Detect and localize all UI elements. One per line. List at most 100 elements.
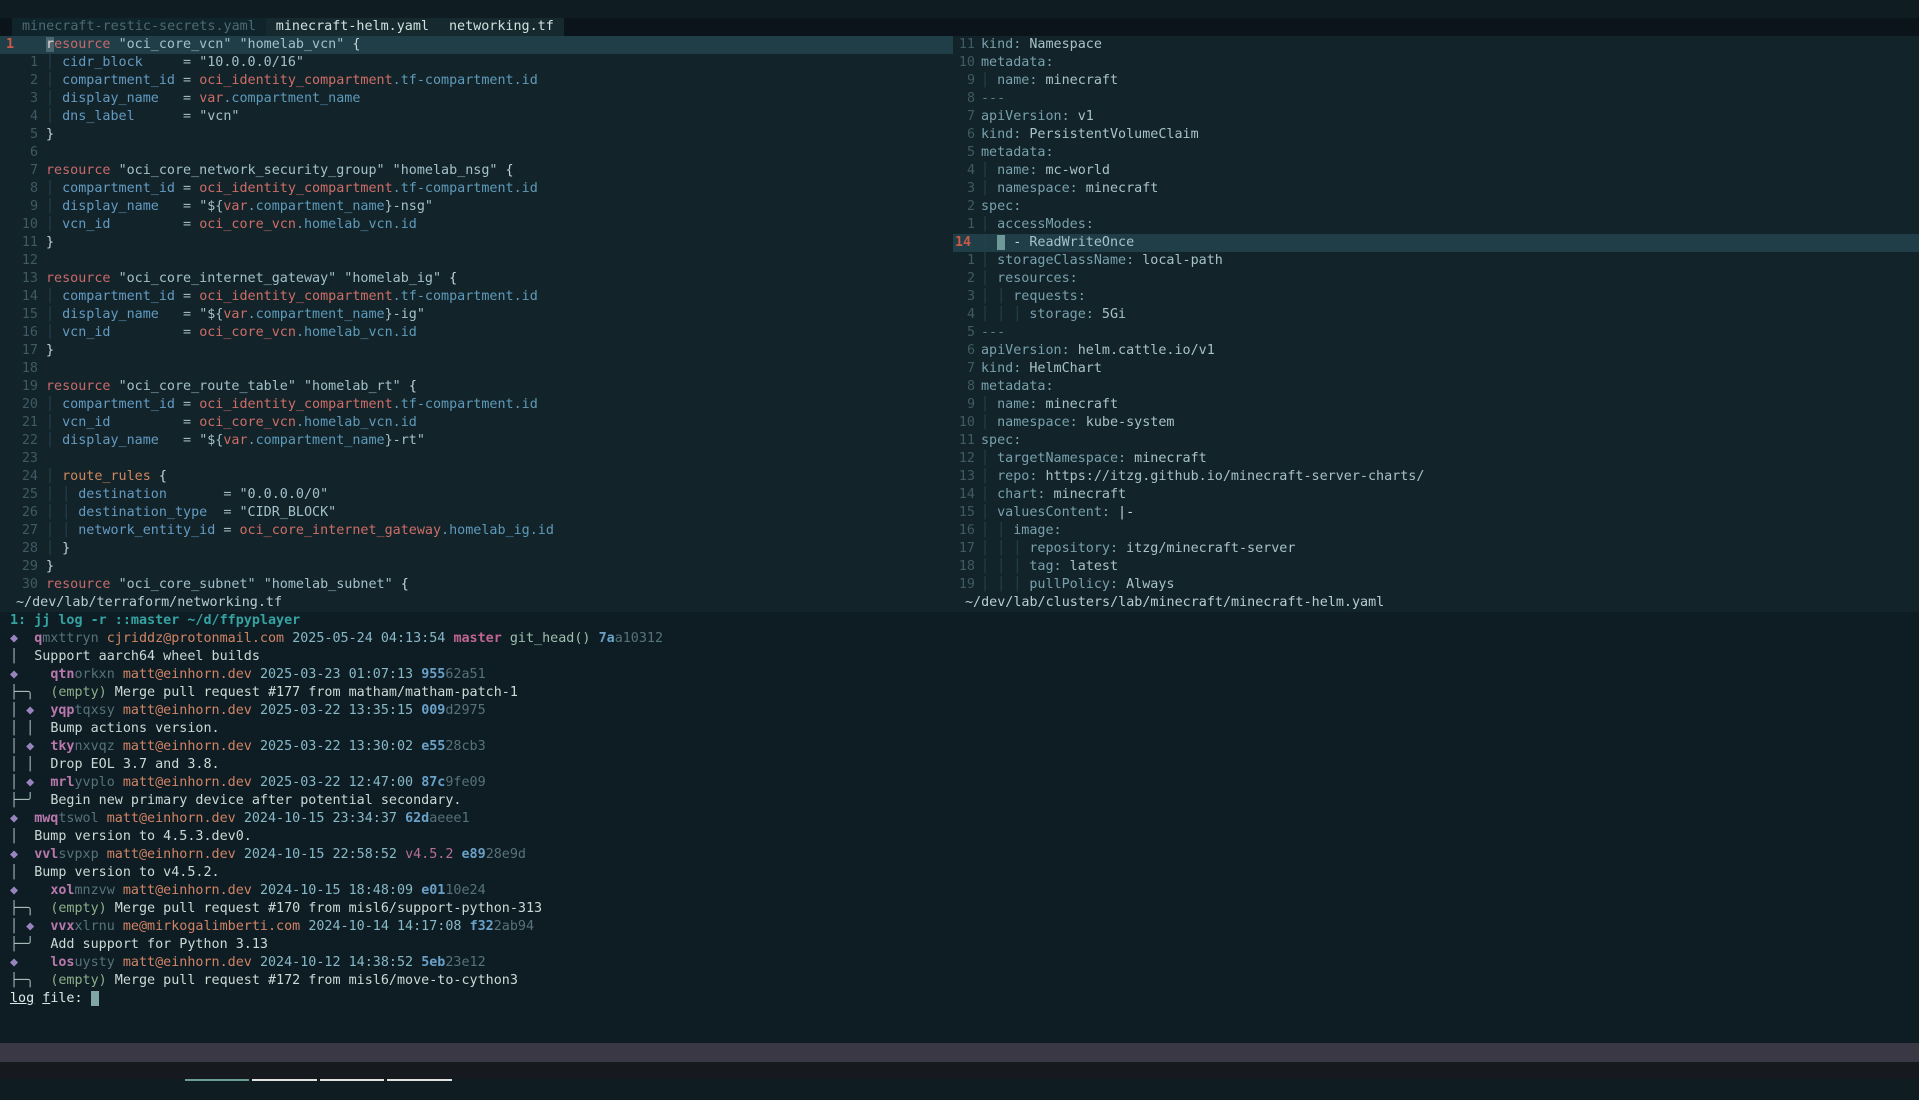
log-row: ├─╯ Begin new primary device after poten…: [10, 792, 1919, 810]
code-line[interactable]: 24│ route_rules {: [0, 468, 953, 486]
code-line[interactable]: 13resource "oci_core_internet_gateway" "…: [0, 270, 953, 288]
code-line[interactable]: 10metadata:: [953, 54, 1919, 72]
line-number: 4: [953, 162, 975, 180]
code-line[interactable]: 9│ display_name = "${var.compartment_nam…: [0, 198, 953, 216]
line-number: 7: [0, 162, 38, 180]
code-line[interactable]: 14│ compartment_id = oci_identity_compar…: [0, 288, 953, 306]
buffer-tab-1[interactable]: minecraft-restic-secrets.yaml: [12, 18, 266, 36]
code-line[interactable]: 11kind: Namespace: [953, 36, 1919, 54]
code-line[interactable]: 26│ │ destination_type = "CIDR_BLOCK": [0, 504, 953, 522]
line-number: 26: [0, 504, 38, 522]
buffer-tab-2[interactable]: minecraft-helm.yaml: [266, 18, 439, 36]
code-line[interactable]: 12│ targetNamespace: minecraft: [953, 450, 1919, 468]
code-line[interactable]: 11spec:: [953, 432, 1919, 450]
code-line[interactable]: 2spec:: [953, 198, 1919, 216]
line-number: 10: [953, 54, 975, 72]
line-number: 17: [0, 342, 38, 360]
code-line[interactable]: 25│ │ destination = "0.0.0.0/0": [0, 486, 953, 504]
code-line[interactable]: 28│ }: [0, 540, 953, 558]
code-line[interactable]: 10│ vcn_id = oci_core_vcn.homelab_vcn.id: [0, 216, 953, 234]
code-line[interactable]: 10│ namespace: kube-system: [953, 414, 1919, 432]
editor-pane-networking-tf[interactable]: 1resource "oci_core_vcn" "homelab_vcn" {…: [0, 36, 953, 612]
code-line[interactable]: 5metadata:: [953, 144, 1919, 162]
line-number: 2: [0, 72, 38, 90]
code-line[interactable]: 1│ cidr_block = "10.0.0.0/16": [0, 54, 953, 72]
zellij-status-bar: ZellijLOCKEDTab #1Tab #2Tab #3Tab #4: [0, 1043, 1919, 1062]
code-line[interactable]: 1│ storageClassName: local-path: [953, 252, 1919, 270]
code-line[interactable]: 3│ │ requests:: [953, 288, 1919, 306]
code-line[interactable]: 14│ - ReadWriteOnce: [953, 234, 1919, 252]
line-number: 3: [953, 180, 975, 198]
code-line[interactable]: 21│ vcn_id = oci_core_vcn.homelab_vcn.id: [0, 414, 953, 432]
code-line[interactable]: 17│ │ │ repository: itzg/minecraft-serve…: [953, 540, 1919, 558]
terminal-pane-title: 1: jj log -r ::master ~/d/ffpyplayer: [10, 612, 1919, 630]
log-row: ├─╮ (empty) Merge pull request #170 from…: [10, 900, 1919, 918]
code-line[interactable]: 9│ name: minecraft: [953, 72, 1919, 90]
line-number: 14: [0, 288, 38, 306]
code-line[interactable]: 30resource "oci_core_subnet" "homelab_su…: [0, 576, 953, 594]
code-line[interactable]: 6: [0, 144, 953, 162]
code-line[interactable]: 23: [0, 450, 953, 468]
log-row: ◆ qmxttryn cjriddz@protonmail.com 2025-0…: [10, 630, 1919, 648]
code-line[interactable]: 29}: [0, 558, 953, 576]
code-line[interactable]: 20│ compartment_id = oci_identity_compar…: [0, 396, 953, 414]
helix-bufferline: minecraft-restic-secrets.yamlminecraft-h…: [0, 18, 1919, 36]
line-number: 12: [0, 252, 38, 270]
code-line[interactable]: 15│ valuesContent: |-: [953, 504, 1919, 522]
code-line[interactable]: 16│ vcn_id = oci_core_vcn.homelab_vcn.id: [0, 324, 953, 342]
line-number: 20: [0, 396, 38, 414]
code-area-terraform[interactable]: 1resource "oci_core_vcn" "homelab_vcn" {…: [0, 36, 953, 594]
editor-pane-minecraft-helm-yaml[interactable]: 11kind: Namespace10metadata:9│ name: min…: [953, 36, 1919, 612]
log-row: ◆ vvlsvpxp matt@einhorn.dev 2024-10-15 2…: [10, 846, 1919, 864]
code-line[interactable]: 1resource "oci_core_vcn" "homelab_vcn" {: [0, 36, 953, 54]
code-line[interactable]: 22│ display_name = "${var.compartment_na…: [0, 432, 953, 450]
log-row: │ ◆ yqptqxsy matt@einhorn.dev 2025-03-22…: [10, 702, 1919, 720]
line-number: 9: [953, 72, 975, 90]
code-line[interactable]: 7kind: HelmChart: [953, 360, 1919, 378]
line-number: 11: [953, 36, 975, 54]
code-line[interactable]: 5}: [0, 126, 953, 144]
prompt-line[interactable]: log file:: [10, 990, 1919, 1008]
code-line[interactable]: 13│ repo: https://itzg.github.io/minecra…: [953, 468, 1919, 486]
code-line[interactable]: 4│ │ │ storage: 5Gi: [953, 306, 1919, 324]
code-line[interactable]: 5---: [953, 324, 1919, 342]
code-line[interactable]: 4│ name: mc-world: [953, 162, 1919, 180]
code-line[interactable]: 8│ compartment_id = oci_identity_compart…: [0, 180, 953, 198]
terminal-pane[interactable]: 1: jj log -r ::master ~/d/ffpyplayer ◆ q…: [0, 612, 1919, 1043]
log-row: ◆ qtnorkxn matt@einhorn.dev 2025-03-23 0…: [10, 666, 1919, 684]
code-line[interactable]: 1│ accessModes:: [953, 216, 1919, 234]
line-number: 22: [0, 432, 38, 450]
code-line[interactable]: 3│ namespace: minecraft: [953, 180, 1919, 198]
code-line[interactable]: 12: [0, 252, 953, 270]
code-line[interactable]: 19resource "oci_core_route_table" "homel…: [0, 378, 953, 396]
log-row: │ Bump version to v4.5.2.: [10, 864, 1919, 882]
code-line[interactable]: 3│ display_name = var.compartment_name: [0, 90, 953, 108]
code-line[interactable]: 27│ │ network_entity_id = oci_core_inter…: [0, 522, 953, 540]
code-line[interactable]: 19│ │ │ pullPolicy: Always: [953, 576, 1919, 594]
code-line[interactable]: 4│ dns_label = "vcn": [0, 108, 953, 126]
log-row: ◆ losuysty matt@einhorn.dev 2024-10-12 1…: [10, 954, 1919, 972]
line-number: 14: [953, 486, 975, 504]
line-number: 25: [0, 486, 38, 504]
line-number: 30: [0, 576, 38, 594]
code-area-yaml[interactable]: 11kind: Namespace10metadata:9│ name: min…: [953, 36, 1919, 594]
code-line[interactable]: 9│ name: minecraft: [953, 396, 1919, 414]
code-line[interactable]: 6apiVersion: helm.cattle.io/v1: [953, 342, 1919, 360]
code-line[interactable]: 15│ display_name = "${var.compartment_na…: [0, 306, 953, 324]
code-line[interactable]: 11}: [0, 234, 953, 252]
code-line[interactable]: 7apiVersion: v1: [953, 108, 1919, 126]
code-line[interactable]: 17}: [0, 342, 953, 360]
code-line[interactable]: 2│ compartment_id = oci_identity_compart…: [0, 72, 953, 90]
code-line[interactable]: 6kind: PersistentVolumeClaim: [953, 126, 1919, 144]
code-line[interactable]: 16│ │ image:: [953, 522, 1919, 540]
code-line[interactable]: 14│ chart: minecraft: [953, 486, 1919, 504]
code-line[interactable]: 7resource "oci_core_network_security_gro…: [0, 162, 953, 180]
buffer-tab-3[interactable]: networking.tf: [439, 18, 564, 36]
code-line[interactable]: 2│ resources:: [953, 270, 1919, 288]
code-line[interactable]: 8---: [953, 90, 1919, 108]
code-line[interactable]: 8metadata:: [953, 378, 1919, 396]
code-line[interactable]: 18: [0, 360, 953, 378]
line-number: 7: [953, 108, 975, 126]
line-number: 9: [953, 396, 975, 414]
code-line[interactable]: 18│ │ │ tag: latest: [953, 558, 1919, 576]
